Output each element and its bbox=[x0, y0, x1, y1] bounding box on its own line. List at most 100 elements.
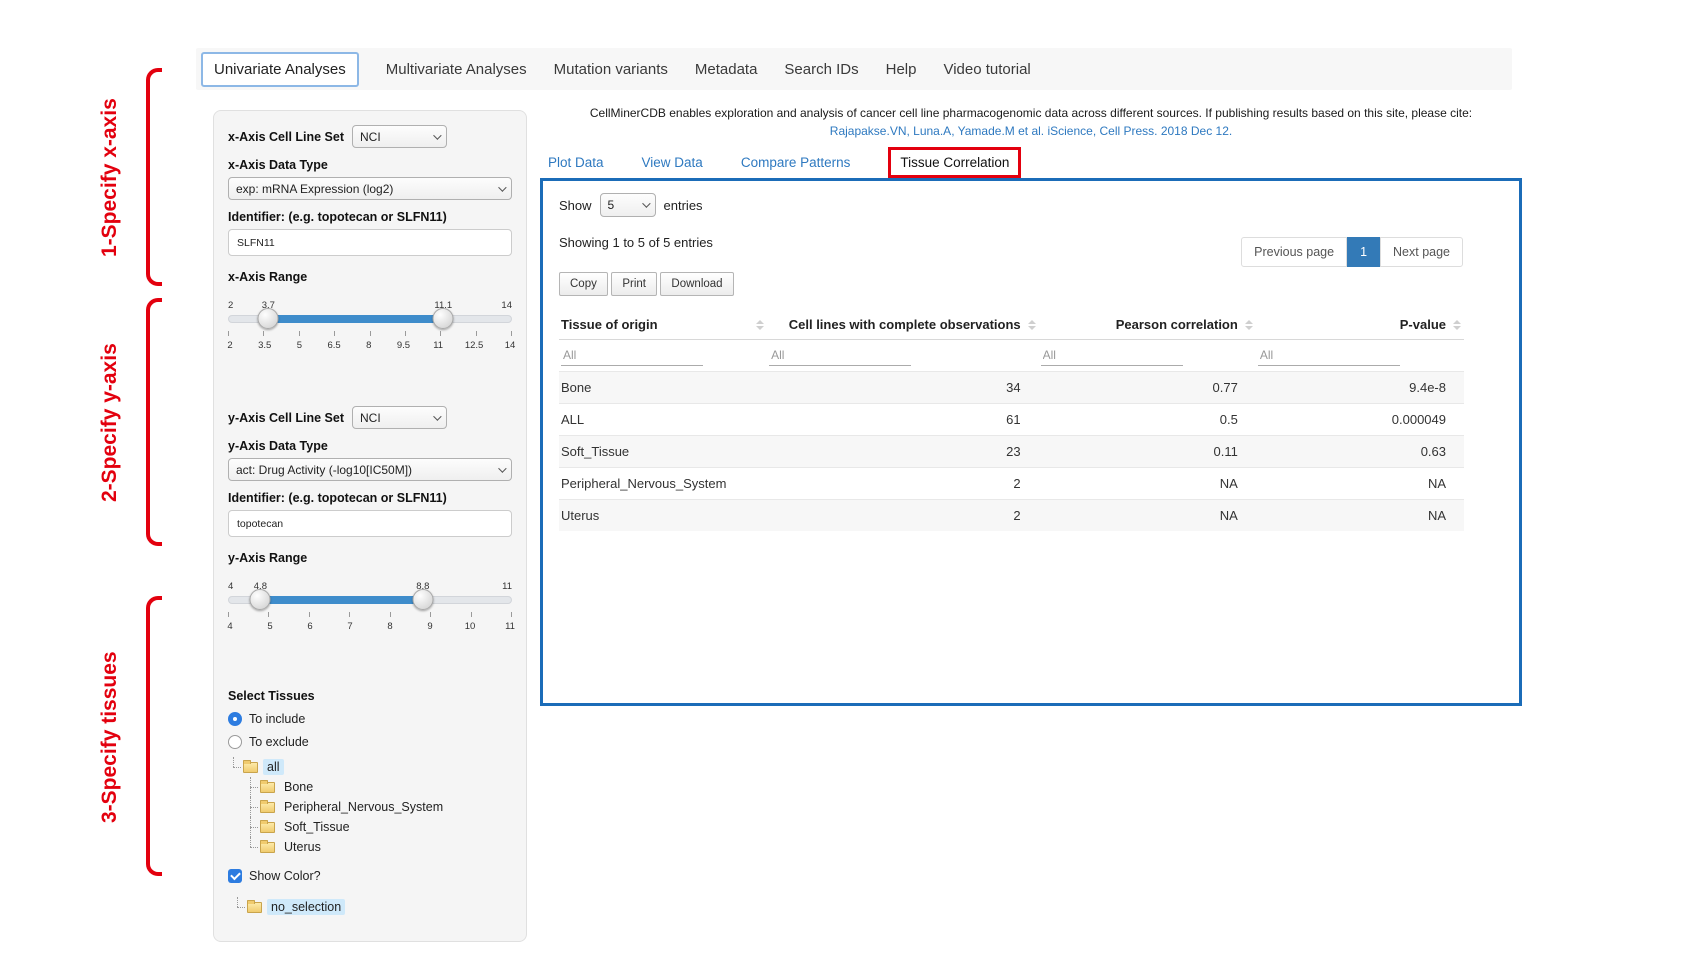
cell-pvalue: 0.000049 bbox=[1256, 404, 1464, 436]
column-header-pearson[interactable]: Pearson correlation bbox=[1039, 310, 1256, 340]
cell-pvalue: 0.63 bbox=[1256, 436, 1464, 468]
tree-node-soft-tissue[interactable]: Soft_Tissue bbox=[280, 819, 354, 835]
annotation-step3-label: 3-Specify tissues bbox=[98, 600, 122, 875]
to-include-label: To include bbox=[249, 712, 305, 726]
folder-icon bbox=[243, 762, 258, 773]
filter-pvalue-input[interactable] bbox=[1258, 345, 1400, 366]
tab-help[interactable]: Help bbox=[886, 61, 917, 78]
y-range-ticks bbox=[228, 612, 512, 617]
column-header-cell-lines[interactable]: Cell lines with complete observations bbox=[767, 310, 1039, 340]
annotation-bracket-1 bbox=[146, 68, 162, 286]
y-range-handle-low[interactable] bbox=[250, 589, 271, 610]
cell-count: 61 bbox=[767, 404, 1039, 436]
next-page-button[interactable]: Next page bbox=[1380, 237, 1463, 267]
tree-node-uterus[interactable]: Uterus bbox=[280, 839, 325, 855]
tree-node-no-selection[interactable]: no_selection bbox=[267, 899, 345, 915]
y-data-type-value: act: Drug Activity (-log10[IC50M]) bbox=[236, 463, 412, 477]
cell-tissue: ALL bbox=[559, 404, 767, 436]
tree-node-peripheral-nervous-system[interactable]: Peripheral_Nervous_System bbox=[280, 799, 447, 815]
y-range-handle-high[interactable] bbox=[412, 589, 433, 610]
table-action-buttons: Copy Print Download bbox=[559, 272, 1463, 296]
sidebar-panel: x-Axis Cell Line Set NCI x-Axis Data Typ… bbox=[213, 110, 527, 942]
show-color-label: Show Color? bbox=[249, 869, 321, 883]
pagination: Previous page 1 Next page bbox=[1241, 237, 1463, 267]
column-header-tissue[interactable]: Tissue of origin bbox=[559, 310, 767, 340]
subtab-tissue-correlation[interactable]: Tissue Correlation bbox=[888, 147, 1021, 178]
cell-tissue: Bone bbox=[559, 372, 767, 404]
tab-video-tutorial[interactable]: Video tutorial bbox=[943, 61, 1030, 78]
x-range-handle-low[interactable] bbox=[258, 308, 279, 329]
x-data-type-label: x-Axis Data Type bbox=[228, 158, 512, 172]
show-color-checkbox[interactable]: Show Color? bbox=[228, 869, 512, 883]
table-row[interactable]: Peripheral_Nervous_System 2 NA NA bbox=[559, 468, 1464, 500]
sort-icon[interactable] bbox=[1028, 320, 1036, 330]
chevron-down-icon bbox=[642, 199, 650, 207]
cell-correlation: 0.77 bbox=[1039, 372, 1256, 404]
subtab-compare-patterns[interactable]: Compare Patterns bbox=[741, 155, 851, 170]
x-data-type-select[interactable]: exp: mRNA Expression (log2) bbox=[228, 177, 512, 200]
tab-metadata[interactable]: Metadata bbox=[695, 61, 758, 78]
cell-tissue: Soft_Tissue bbox=[559, 436, 767, 468]
result-subtabs: Plot Data View Data Compare Patterns Tis… bbox=[548, 146, 1021, 178]
table-row[interactable]: Soft_Tissue 23 0.11 0.63 bbox=[559, 436, 1464, 468]
x-identifier-input[interactable] bbox=[228, 229, 512, 256]
print-button[interactable]: Print bbox=[611, 272, 657, 296]
tab-multivariate-analyses[interactable]: Multivariate Analyses bbox=[386, 61, 527, 78]
subtab-view-data[interactable]: View Data bbox=[642, 155, 703, 170]
y-range-min: 4 bbox=[228, 581, 233, 592]
entries-select[interactable]: 5 bbox=[600, 193, 656, 217]
y-data-type-select[interactable]: act: Drug Activity (-log10[IC50M]) bbox=[228, 458, 512, 481]
y-cell-line-set-value: NCI bbox=[360, 411, 381, 425]
x-range-fill bbox=[268, 315, 443, 323]
table-row[interactable]: Bone 34 0.77 9.4e-8 bbox=[559, 372, 1464, 404]
chevron-down-icon bbox=[498, 183, 506, 191]
copy-button[interactable]: Copy bbox=[559, 272, 608, 296]
annotation-bracket-3 bbox=[146, 596, 162, 876]
y-cell-line-set-select[interactable]: NCI bbox=[352, 406, 447, 429]
tab-mutation-variants[interactable]: Mutation variants bbox=[554, 61, 668, 78]
download-button[interactable]: Download bbox=[660, 272, 733, 296]
filter-pearson-input[interactable] bbox=[1041, 345, 1183, 366]
filter-cell-lines-input[interactable] bbox=[769, 345, 911, 366]
correlation-table: Tissue of origin Cell lines with complet… bbox=[559, 310, 1464, 531]
checkbox-checked-icon bbox=[228, 869, 242, 883]
sort-icon[interactable] bbox=[756, 320, 764, 330]
radio-to-exclude[interactable]: To exclude bbox=[228, 735, 512, 749]
tree-node-bone[interactable]: Bone bbox=[280, 779, 317, 795]
cell-tissue: Peripheral_Nervous_System bbox=[559, 468, 767, 500]
y-range-label: y-Axis Range bbox=[228, 551, 512, 565]
y-identifier-input[interactable] bbox=[228, 510, 512, 537]
folder-icon bbox=[260, 782, 275, 793]
table-row[interactable]: ALL 61 0.5 0.000049 bbox=[559, 404, 1464, 436]
chevron-down-icon bbox=[498, 464, 506, 472]
tree-connector bbox=[245, 797, 258, 817]
x-cell-line-set-select[interactable]: NCI bbox=[352, 125, 447, 148]
table-row[interactable]: Uterus 2 NA NA bbox=[559, 500, 1464, 532]
table-header-row: Tissue of origin Cell lines with complet… bbox=[559, 310, 1464, 340]
tab-search-ids[interactable]: Search IDs bbox=[784, 61, 858, 78]
previous-page-button[interactable]: Previous page bbox=[1241, 237, 1347, 267]
y-range-fill bbox=[260, 596, 422, 604]
subtab-plot-data[interactable]: Plot Data bbox=[548, 155, 604, 170]
page-number-button[interactable]: 1 bbox=[1347, 237, 1380, 267]
x-range-handle-high[interactable] bbox=[433, 308, 454, 329]
y-identifier-label: Identifier: (e.g. topotecan or SLFN11) bbox=[228, 491, 512, 505]
radio-to-include[interactable]: To include bbox=[228, 712, 512, 726]
cell-pvalue: NA bbox=[1256, 468, 1464, 500]
folder-icon bbox=[260, 842, 275, 853]
citation-link[interactable]: Rajapakse.VN, Luna.A, Yamade.M et al. iS… bbox=[540, 124, 1522, 138]
tissue-correlation-panel: Show 5 entries Showing 1 to 5 of 5 entri… bbox=[540, 178, 1522, 706]
sort-icon[interactable] bbox=[1245, 320, 1253, 330]
select-tissues-label: Select Tissues bbox=[228, 689, 512, 703]
radio-unselected-icon bbox=[228, 735, 242, 749]
show-entries-row: Show 5 entries bbox=[559, 193, 1463, 217]
filter-tissue-input[interactable] bbox=[561, 345, 703, 366]
x-cell-line-set-value: NCI bbox=[360, 130, 381, 144]
column-header-pvalue[interactable]: P-value bbox=[1256, 310, 1464, 340]
tab-univariate-analyses[interactable]: Univariate Analyses bbox=[201, 52, 359, 87]
citation-text: CellMinerCDB enables exploration and ana… bbox=[540, 106, 1522, 120]
cell-count: 34 bbox=[767, 372, 1039, 404]
tree-node-all[interactable]: all bbox=[263, 759, 284, 775]
annotation-step1-label: 1-Specify x-axis bbox=[98, 75, 122, 280]
sort-icon[interactable] bbox=[1453, 320, 1461, 330]
